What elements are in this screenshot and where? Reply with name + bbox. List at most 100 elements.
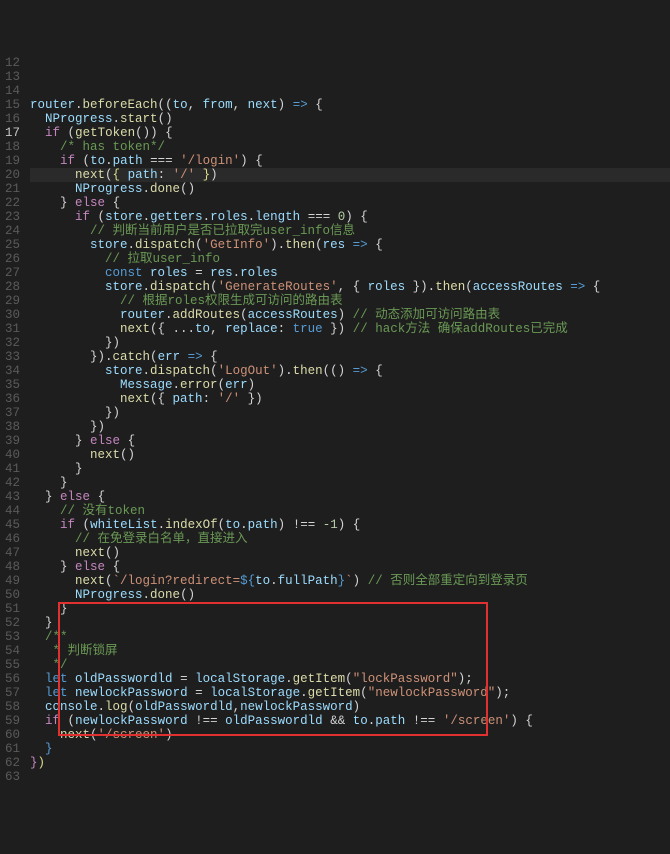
line-number: 62 — [0, 756, 20, 770]
line-number: 31 — [0, 322, 20, 336]
code-line[interactable]: if (to.path === '/login') { — [30, 154, 670, 168]
code-line[interactable]: let newlockPassword = localStorage.getIt… — [30, 686, 670, 700]
code-line[interactable]: store.dispatch('GetInfo').then(res => { — [30, 238, 670, 252]
code-line[interactable]: NProgress.done() — [30, 588, 670, 602]
code-line[interactable]: } — [30, 462, 670, 476]
line-number: 23 — [0, 210, 20, 224]
line-number: 51 — [0, 602, 20, 616]
code-line[interactable]: next() — [30, 448, 670, 462]
code-line[interactable]: } — [30, 602, 670, 616]
line-number: 50 — [0, 588, 20, 602]
code-line[interactable]: router.addRoutes(accessRoutes) // 动态添加可访… — [30, 308, 670, 322]
line-number: 12 — [0, 56, 20, 70]
line-number: 26 — [0, 252, 20, 266]
code-line[interactable]: } else { — [30, 560, 670, 574]
code-line[interactable]: // 判断当前用户是否已拉取完user_info信息 — [30, 224, 670, 238]
code-line[interactable]: // 没有token — [30, 504, 670, 518]
code-line[interactable]: store.dispatch('GenerateRoutes', { roles… — [30, 280, 670, 294]
code-line[interactable]: */ — [30, 658, 670, 672]
line-number: 34 — [0, 364, 20, 378]
line-number: 43 — [0, 490, 20, 504]
line-number: 46 — [0, 532, 20, 546]
line-number: 54 — [0, 644, 20, 658]
line-number: 58 — [0, 700, 20, 714]
line-number: 32 — [0, 336, 20, 350]
code-line[interactable]: if (store.getters.roles.length === 0) { — [30, 210, 670, 224]
line-number: 18 — [0, 140, 20, 154]
code-line[interactable]: } else { — [30, 196, 670, 210]
line-number: 45 — [0, 518, 20, 532]
code-line[interactable]: console.log(oldPasswordld,newlockPasswor… — [30, 700, 670, 714]
line-number: 53 — [0, 630, 20, 644]
code-line[interactable]: if (getToken()) { — [30, 126, 670, 140]
code-line[interactable]: store.dispatch('LogOut').then(() => { — [30, 364, 670, 378]
code-area[interactable]: router.beforeEach((to, from, next) => { … — [28, 56, 670, 784]
code-line[interactable]: * 判断锁屏 — [30, 644, 670, 658]
code-editor[interactable]: 1213141516171819202122232425262728293031… — [0, 56, 670, 784]
code-line[interactable]: }) — [30, 406, 670, 420]
line-number: 55 — [0, 658, 20, 672]
line-number: 35 — [0, 378, 20, 392]
line-number: 63 — [0, 770, 20, 784]
code-line[interactable]: }) — [30, 336, 670, 350]
code-line[interactable] — [30, 770, 670, 784]
line-number: 37 — [0, 406, 20, 420]
line-number: 29 — [0, 294, 20, 308]
line-number: 48 — [0, 560, 20, 574]
code-line[interactable]: next(`/login?redirect=${to.fullPath}`) /… — [30, 574, 670, 588]
code-line[interactable]: // 在免登录白名单，直接进入 — [30, 532, 670, 546]
line-number: 36 — [0, 392, 20, 406]
code-line[interactable]: } — [30, 616, 670, 630]
line-number: 59 — [0, 714, 20, 728]
code-line[interactable]: } — [30, 476, 670, 490]
line-number: 24 — [0, 224, 20, 238]
code-line[interactable]: }) — [30, 420, 670, 434]
code-line[interactable]: if (whiteList.indexOf(to.path) !== -1) { — [30, 518, 670, 532]
line-number: 30 — [0, 308, 20, 322]
line-number: 20 — [0, 168, 20, 182]
line-number: 56 — [0, 672, 20, 686]
code-line[interactable]: } else { — [30, 434, 670, 448]
code-line[interactable]: next({ path: '/' }) — [30, 392, 670, 406]
line-number-gutter: 1213141516171819202122232425262728293031… — [0, 56, 28, 784]
code-line[interactable]: Message.error(err) — [30, 378, 670, 392]
line-number: 49 — [0, 574, 20, 588]
code-line[interactable]: next({ ...to, replace: true }) // hack方法… — [30, 322, 670, 336]
line-number: 41 — [0, 462, 20, 476]
code-line[interactable]: }) — [30, 756, 670, 770]
line-number: 39 — [0, 434, 20, 448]
code-line[interactable]: // 拉取user_info — [30, 252, 670, 266]
code-line[interactable]: /** — [30, 630, 670, 644]
line-number: 61 — [0, 742, 20, 756]
code-line[interactable]: let oldPasswordld = localStorage.getItem… — [30, 672, 670, 686]
code-line[interactable]: next('/screen') — [30, 728, 670, 742]
code-line[interactable]: } — [30, 742, 670, 756]
line-number: 42 — [0, 476, 20, 490]
line-number: 22 — [0, 196, 20, 210]
code-line[interactable]: // 根据roles权限生成可访问的路由表 — [30, 294, 670, 308]
line-number: 15 — [0, 98, 20, 112]
line-number: 16 — [0, 112, 20, 126]
code-line[interactable]: const roles = res.roles — [30, 266, 670, 280]
line-number: 21 — [0, 182, 20, 196]
line-number: 17 — [0, 126, 20, 140]
line-number: 47 — [0, 546, 20, 560]
code-line[interactable]: next({ path: '/' }) — [30, 168, 670, 182]
line-number: 38 — [0, 420, 20, 434]
code-line[interactable]: next() — [30, 546, 670, 560]
code-line[interactable]: }).catch(err => { — [30, 350, 670, 364]
line-number: 52 — [0, 616, 20, 630]
line-number: 14 — [0, 84, 20, 98]
line-number: 44 — [0, 504, 20, 518]
code-line[interactable]: NProgress.start() — [30, 112, 670, 126]
code-line[interactable]: router.beforeEach((to, from, next) => { — [30, 98, 670, 112]
code-line[interactable]: /* has token*/ — [30, 140, 670, 154]
line-number: 28 — [0, 280, 20, 294]
line-number: 27 — [0, 266, 20, 280]
code-line[interactable]: } else { — [30, 490, 670, 504]
code-line[interactable]: NProgress.done() — [30, 182, 670, 196]
code-line[interactable]: if (newlockPassword !== oldPasswordld &&… — [30, 714, 670, 728]
line-number: 60 — [0, 728, 20, 742]
line-number: 19 — [0, 154, 20, 168]
line-number: 13 — [0, 70, 20, 84]
